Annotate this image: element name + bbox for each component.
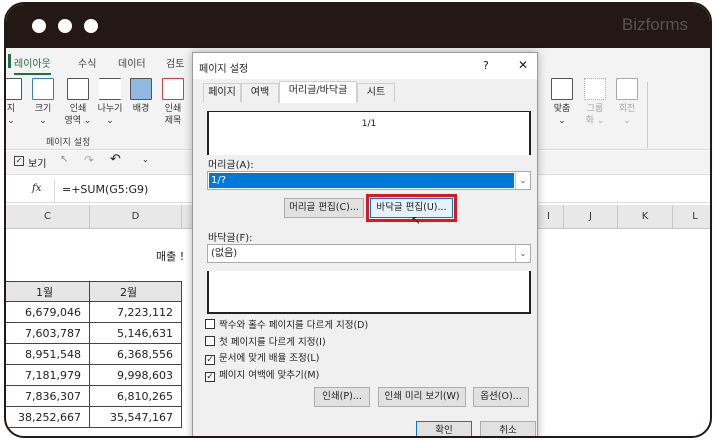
checkbox-label: 첫 페이지를 다르게 지정(I) (219, 337, 326, 348)
align-icon (551, 78, 573, 100)
chevron-down-icon: ⌄ (515, 245, 530, 262)
help-button[interactable]: ? (483, 59, 489, 72)
print-preview-button[interactable]: 인쇄 미리 보기(W) (378, 387, 466, 407)
print-titles-button[interactable]: 인쇄 제목 (158, 78, 188, 127)
customize-qat-icon[interactable]: ⌄ (142, 155, 149, 164)
data-cell[interactable]: 38,252,667 (6, 407, 90, 428)
data-cell[interactable]: 6,810,265 (90, 386, 182, 407)
footer-preview (207, 271, 531, 314)
column-header-j[interactable]: J (564, 205, 618, 229)
size-icon (32, 78, 54, 100)
chevron-down-icon: ⌄ (515, 172, 530, 189)
brand-logo: Bizforms (621, 15, 688, 34)
data-cell[interactable]: 5,146,631 (90, 323, 182, 344)
formula-input[interactable]: =+SUM(G5:G9) (62, 183, 148, 196)
sheet-title: 매출 ! (156, 250, 185, 263)
print-area-icon (67, 78, 89, 100)
page-setup-dialog: 페이지 설정 ? ✕ 페이지 여백 머리글/바닥글 시트 1/1 머리글(A):… (192, 52, 538, 436)
group-label: 페이지 설정 (46, 138, 91, 148)
header-preview: 1/1 (207, 111, 531, 155)
breaks-button[interactable]: 나누기 ⌄ (94, 78, 126, 127)
print-button[interactable]: 인쇄(P)... (314, 387, 370, 407)
option-checkbox[interactable]: ✓ 문서에 맞게 배율 조정(L) (205, 353, 319, 365)
column-header-l[interactable]: L (673, 205, 710, 229)
align-button[interactable]: 맞춤 ⌄ (546, 78, 578, 127)
window-dot (32, 19, 46, 33)
footer-label: 바닥글(F): (208, 233, 253, 244)
option-checkbox[interactable]: 첫 페이지를 다르게 지정(I) (205, 336, 326, 349)
ok-button[interactable]: 확인 (416, 421, 472, 436)
options-button[interactable]: 옵션(O)... (473, 387, 529, 407)
data-cell[interactable]: 7,603,787 (6, 323, 90, 344)
window-dot (84, 19, 98, 33)
group-button[interactable]: 그룹 화 ⌄ (580, 78, 610, 127)
print-area-button[interactable]: 인쇄 영역 ⌄ (60, 78, 96, 127)
background-button[interactable]: 배경 (126, 78, 156, 115)
tab-page[interactable]: 페이지 (203, 83, 241, 102)
dialog-title: 페이지 설정 (199, 64, 249, 75)
window-dot (58, 19, 72, 33)
header-cell[interactable]: 1월 (6, 281, 90, 302)
data-cell[interactable]: 7,836,307 (6, 386, 90, 407)
data-cell[interactable]: 7,181,979 (6, 365, 90, 386)
tab-margins[interactable]: 여백 (241, 83, 279, 102)
tab-sheet[interactable]: 시트 (357, 83, 395, 102)
undo-icon[interactable]: ↶ (110, 152, 121, 167)
tab-review[interactable]: 검토 (166, 55, 184, 70)
column-header-i[interactable]: I (534, 205, 564, 229)
checkbox-icon (205, 319, 215, 329)
app-window: Bizforms 레이아웃 수식 데이터 검토 지 ⌄ 크기 ⌄ 인쇄 영역 ⌄ 나누… (4, 2, 712, 438)
checkbox-label: 페이지 여백에 맞추기(M) (219, 370, 320, 381)
data-cell[interactable]: 35,547,167 (90, 407, 182, 428)
option-checkbox[interactable]: ✓ 페이지 여백에 맞추기(M) (205, 370, 319, 382)
background-icon (130, 78, 152, 100)
redo-icon[interactable]: ↷ (84, 153, 94, 167)
option-checkbox[interactable]: 짝수와 홀수 페이지를 다르게 지정(D) (205, 319, 368, 332)
tab-page-layout[interactable]: 레이아웃 (14, 55, 51, 75)
header-select[interactable]: 1/? ⌄ (207, 171, 531, 190)
page-icon (6, 78, 22, 100)
checkbox-label: 짝수와 홀수 페이지를 다르게 지정(D) (219, 320, 369, 331)
tab-data[interactable]: 데이터 (118, 55, 146, 70)
checkbox-icon: ✓ (205, 355, 215, 365)
rotate-icon (616, 78, 638, 100)
orientation-button[interactable]: 지 ⌄ (6, 78, 24, 127)
data-cell[interactable]: 6,368,556 (90, 344, 182, 365)
fx-icon[interactable]: fx (32, 183, 41, 194)
title-bar: Bizforms (6, 4, 710, 48)
dialog-title-bar: 페이지 설정 ? ✕ (193, 53, 537, 79)
tab-formulas[interactable]: 수식 (78, 55, 96, 70)
checkbox-icon: ✓ (205, 372, 215, 382)
column-header-c[interactable]: C (6, 205, 90, 229)
size-button[interactable]: 크기 ⌄ (28, 78, 58, 127)
group-icon (584, 78, 606, 100)
cancel-button[interactable]: 취소 (480, 421, 536, 436)
print-titles-icon (162, 78, 184, 100)
edit-header-button[interactable]: 머리글 편집(C)... (284, 198, 364, 218)
footer-select[interactable]: (없음) ⌄ (207, 244, 531, 263)
tab-header-footer[interactable]: 머리글/바닥글 (279, 81, 357, 103)
rotate-button[interactable]: 회전 ⌄ (612, 78, 642, 127)
data-cell[interactable]: 7,223,112 (90, 302, 182, 323)
view-checkbox[interactable]: ✓ (14, 156, 24, 166)
data-cell[interactable]: 8,951,548 (6, 344, 90, 365)
data-cell[interactable]: 6,679,046 (6, 302, 90, 323)
cursor-icon: ↖ (411, 213, 422, 227)
checkbox-label: 문서에 맞게 배율 조정(L) (219, 353, 320, 364)
breaks-icon (99, 78, 121, 100)
view-label: 보기 (28, 159, 47, 170)
pointer-icon[interactable]: ↖ (60, 154, 68, 165)
data-cell[interactable]: 9,998,603 (90, 365, 182, 386)
column-header-k[interactable]: K (618, 205, 673, 229)
header-cell[interactable]: 2월 (90, 281, 182, 302)
header-label: 머리글(A): (208, 160, 254, 171)
column-header-d[interactable]: D (90, 205, 182, 229)
checkbox-icon (205, 336, 215, 346)
close-button[interactable]: ✕ (518, 58, 528, 72)
